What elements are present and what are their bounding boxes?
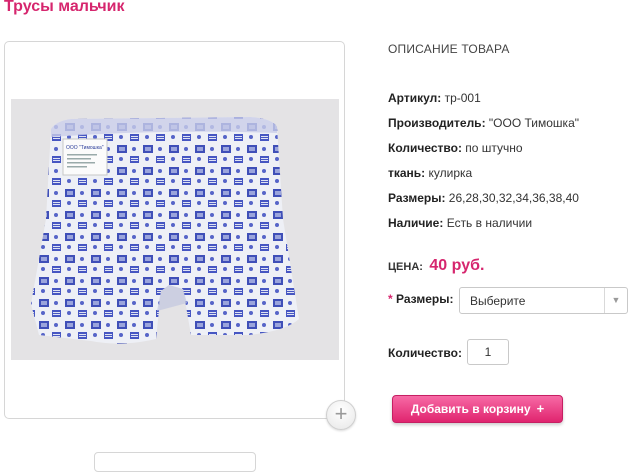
spec-row-article: Артикул: тр-001 xyxy=(388,91,579,116)
spec-label: Количество: xyxy=(388,141,462,155)
zoom-button[interactable]: + xyxy=(326,400,356,430)
plus-icon: + xyxy=(334,401,348,426)
spec-label: Размеры: xyxy=(388,191,446,205)
spec-row-fabric: ткань: кулирка xyxy=(388,166,579,191)
spec-value: 26,28,30,32,34,36,38,40 xyxy=(445,191,579,205)
quantity-input[interactable]: 1 xyxy=(467,339,509,365)
description-heading: ОПИСАНИЕ ТОВАРА xyxy=(388,42,510,56)
spec-label: Производитель: xyxy=(388,116,486,130)
spec-label: Наличие: xyxy=(388,216,444,230)
size-option-label: * Размеры: xyxy=(388,292,453,306)
product-photo[interactable]: ООО "Тимошка" xyxy=(11,99,339,360)
required-marker: * xyxy=(388,292,393,306)
spec-value: по штучно xyxy=(461,141,523,155)
spec-row-availability: Наличие: Есть в наличии xyxy=(388,216,579,241)
add-to-cart-label: Добавить в корзину xyxy=(410,402,531,416)
price-value: 40 руб. xyxy=(429,257,485,274)
spec-row-sizes: Размеры: 26,28,30,32,34,36,38,40 xyxy=(388,191,579,216)
spec-value: кулирка xyxy=(425,166,473,180)
quantity-label: Количество: xyxy=(388,346,462,360)
spec-row-quantity: Количество: по штучно xyxy=(388,141,579,166)
add-to-cart-button[interactable]: Добавить в корзину + xyxy=(392,395,563,423)
page-title: Трусы мальчик xyxy=(4,0,125,15)
plus-icon: + xyxy=(536,401,545,416)
size-select[interactable]: Выберите ▼ xyxy=(459,287,628,314)
spec-list: Артикул: тр-001 Производитель: "ООО Тимо… xyxy=(388,91,579,241)
size-label-text: Размеры: xyxy=(396,292,454,306)
price-row: ЦЕНА: 40 руб. xyxy=(388,257,484,275)
product-image-frame: ООО "Тимошка" xyxy=(4,41,345,419)
label-tag-brand: ООО "Тимошка" xyxy=(66,145,104,151)
thumbnail-frame[interactable] xyxy=(94,452,256,472)
spec-label: ткань: xyxy=(388,166,426,180)
price-label: ЦЕНА: xyxy=(388,261,423,273)
spec-value: "ООО Тимошка" xyxy=(485,116,579,130)
spec-label: Артикул: xyxy=(388,91,442,105)
size-select-value: Выберите xyxy=(470,294,526,308)
spec-row-manufacturer: Производитель: "ООО Тимошка" xyxy=(388,116,579,141)
spec-value: Есть в наличии xyxy=(443,216,533,230)
chevron-down-icon[interactable]: ▼ xyxy=(604,288,627,313)
spec-value: тр-001 xyxy=(441,91,481,105)
